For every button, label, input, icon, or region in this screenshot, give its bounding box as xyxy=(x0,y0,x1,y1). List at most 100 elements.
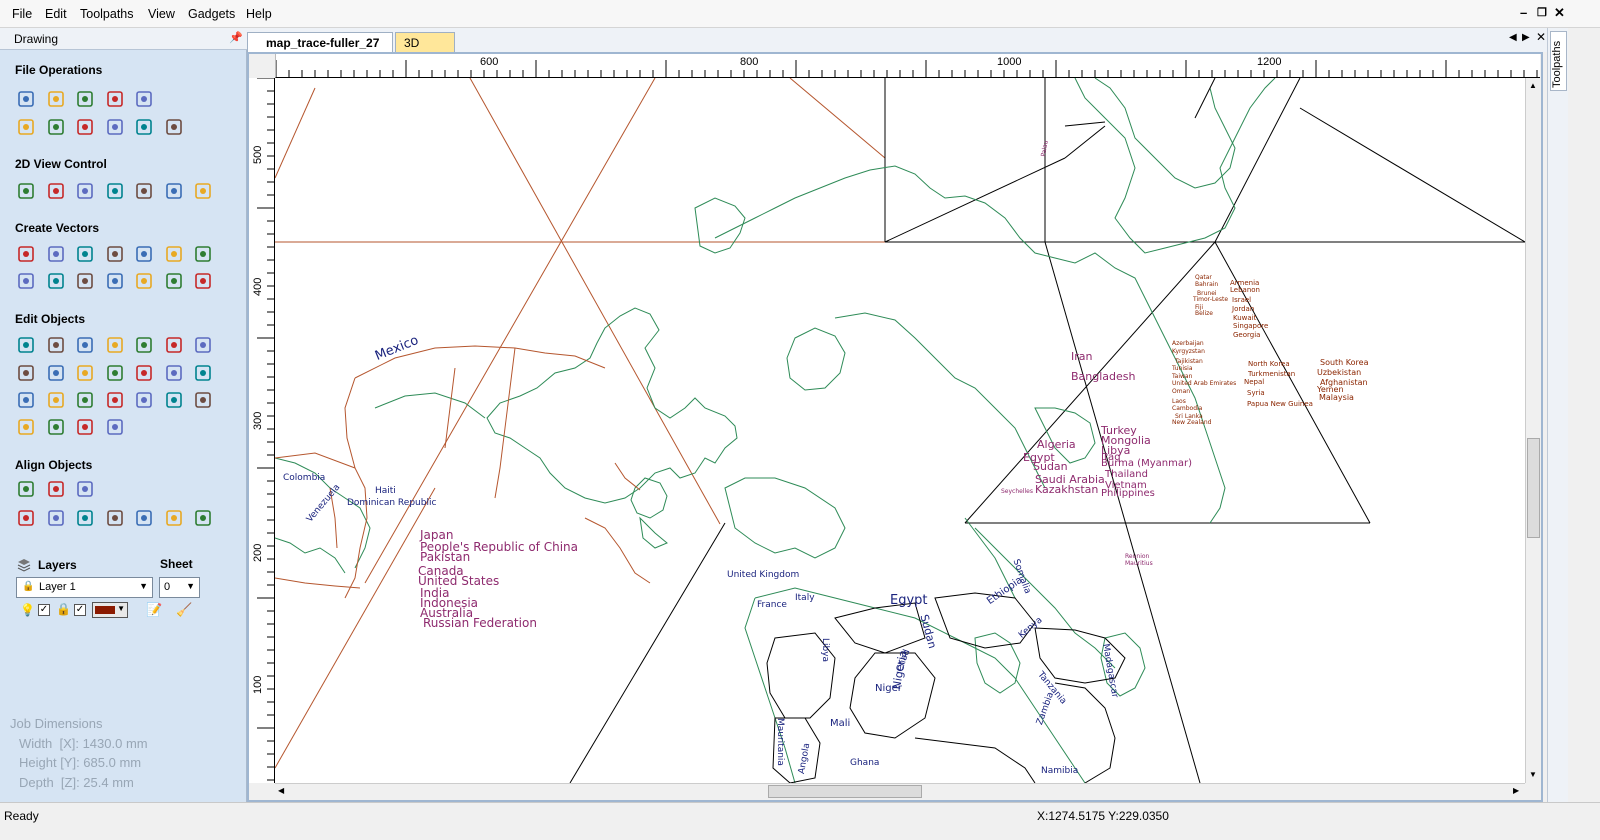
trim-icon[interactable] xyxy=(14,388,38,412)
pin-icon[interactable]: 📌 xyxy=(229,31,243,44)
text-box-icon[interactable] xyxy=(44,269,68,293)
minimize-icon[interactable]: – xyxy=(1520,5,1527,20)
scroll-left-icon[interactable]: ◀ xyxy=(278,786,284,795)
pan-icon[interactable] xyxy=(14,179,38,203)
ellipse-icon[interactable] xyxy=(44,242,68,266)
toolpaths-tab-label[interactable]: Toolpaths xyxy=(1551,41,1563,88)
text-icon[interactable] xyxy=(14,269,38,293)
menu-toolpaths[interactable]: Toolpaths xyxy=(80,7,134,21)
align-bottom-icon[interactable] xyxy=(132,506,156,530)
align-v-icon[interactable] xyxy=(73,477,97,501)
lock-checkbox[interactable]: ✓ xyxy=(74,604,86,616)
exit-view-icon[interactable] xyxy=(191,179,215,203)
view-1-icon[interactable] xyxy=(132,179,156,203)
star-icon[interactable] xyxy=(191,242,215,266)
align-left-icon[interactable] xyxy=(44,506,68,530)
restore-icon[interactable]: ❐ xyxy=(1537,6,1547,19)
size-icon[interactable] xyxy=(44,361,68,385)
sanitize-icon[interactable] xyxy=(103,415,127,439)
layer-color-picker[interactable]: ▼ xyxy=(92,602,128,618)
layer-select[interactable]: Layer 1 🔒 ▼ xyxy=(16,577,153,598)
align-right-icon[interactable] xyxy=(73,506,97,530)
tab-map-trace[interactable]: map_trace-fuller_27 xyxy=(247,32,393,52)
zoom-selection-icon[interactable] xyxy=(103,179,127,203)
text-block-icon[interactable] xyxy=(103,269,127,293)
circle-icon[interactable] xyxy=(14,242,38,266)
horizontal-scrollbar[interactable]: ◀ ▶ xyxy=(275,783,1525,799)
menu-view[interactable]: View xyxy=(148,7,175,21)
curve-icon[interactable] xyxy=(132,242,156,266)
select-icon[interactable] xyxy=(14,333,38,357)
interactive-select-icon[interactable] xyxy=(73,333,97,357)
rectangle-icon[interactable] xyxy=(73,242,97,266)
toolpaths-side-tab[interactable]: Toolpaths xyxy=(1547,28,1568,802)
open-file-icon[interactable] xyxy=(44,87,68,111)
center-v-icon[interactable] xyxy=(191,506,215,530)
curve-fit-icon[interactable] xyxy=(73,415,97,439)
node-edit-icon[interactable] xyxy=(44,333,68,357)
polyline-icon[interactable] xyxy=(103,242,127,266)
extend-icon[interactable] xyxy=(132,388,156,412)
ungroup-icon[interactable] xyxy=(132,333,156,357)
close-icon-shape[interactable] xyxy=(103,388,127,412)
move-icon[interactable] xyxy=(73,361,97,385)
group-icon[interactable] xyxy=(103,333,127,357)
import-vectors-icon[interactable] xyxy=(103,87,127,111)
import-bitmap-icon[interactable] xyxy=(132,87,156,111)
align-center-icon[interactable] xyxy=(14,477,38,501)
smooth-icon[interactable] xyxy=(162,388,186,412)
qr-code-icon[interactable] xyxy=(162,269,186,293)
menu-help[interactable]: Help xyxy=(246,7,272,21)
menu-gadgets[interactable]: Gadgets xyxy=(188,7,235,21)
scroll-right-icon[interactable]: ▶ xyxy=(1513,786,1519,795)
tab-close-icon[interactable]: ✕ xyxy=(1536,30,1546,44)
save-file-icon[interactable] xyxy=(73,87,97,111)
vertical-scroll-thumb[interactable] xyxy=(1527,438,1540,538)
cut-scissors-icon[interactable] xyxy=(191,388,215,412)
undo-icon[interactable] xyxy=(132,115,156,139)
weld-icon[interactable] xyxy=(162,361,186,385)
view-2-icon[interactable] xyxy=(162,179,186,203)
tab-icon[interactable] xyxy=(44,415,68,439)
polygon-icon[interactable] xyxy=(162,242,186,266)
fillet-icon[interactable] xyxy=(44,388,68,412)
horizontal-scroll-thumb[interactable] xyxy=(768,785,922,798)
align-h-icon[interactable] xyxy=(44,477,68,501)
join-icon[interactable] xyxy=(73,388,97,412)
paste-icon[interactable] xyxy=(103,115,127,139)
new-file-icon[interactable] xyxy=(14,87,38,111)
erase-layer-icon[interactable]: 🧹 xyxy=(176,602,192,618)
bitmap-trace-icon[interactable] xyxy=(191,269,215,293)
mirror-icon[interactable] xyxy=(103,361,127,385)
vertical-scrollbar[interactable]: ▲ ▼ xyxy=(1525,78,1541,783)
scroll-down-icon[interactable]: ▼ xyxy=(1529,770,1537,779)
offset-icon[interactable] xyxy=(191,361,215,385)
text-arc-icon[interactable] xyxy=(132,269,156,293)
select-all-icon[interactable] xyxy=(14,115,38,139)
sheet-select[interactable]: 0 ▼ xyxy=(159,577,200,598)
scale-icon[interactable] xyxy=(14,361,38,385)
lightbulb-icon[interactable]: 💡 xyxy=(20,603,35,617)
redo-icon[interactable] xyxy=(162,115,186,139)
transform-icon[interactable] xyxy=(191,333,215,357)
text-on-curve-icon[interactable] xyxy=(73,269,97,293)
node-tool-icon[interactable] xyxy=(162,333,186,357)
drawing-canvas[interactable]: Mexico Colombia Venezuela Dominican Republi… xyxy=(275,78,1525,783)
layer-properties-icon[interactable]: 📝 xyxy=(146,602,162,618)
close-icon[interactable]: ✕ xyxy=(1554,5,1565,21)
align-left-box-icon[interactable] xyxy=(14,506,38,530)
array-icon[interactable] xyxy=(132,361,156,385)
center-h-icon[interactable] xyxy=(162,506,186,530)
lock-icon[interactable]: 🔒 xyxy=(56,602,71,616)
copy-icon[interactable] xyxy=(73,115,97,139)
zoom-extents-icon[interactable] xyxy=(73,179,97,203)
visible-checkbox[interactable]: ✓ xyxy=(38,604,50,616)
tab-3d-view[interactable]: 3D View xyxy=(395,32,455,64)
align-top-icon[interactable] xyxy=(103,506,127,530)
dogbone-icon[interactable] xyxy=(14,415,38,439)
tab-next-icon[interactable]: ▶ xyxy=(1522,32,1530,43)
tab-prev-icon[interactable]: ◀ xyxy=(1509,32,1517,43)
menu-edit[interactable]: Edit xyxy=(45,7,67,21)
menu-file[interactable]: File xyxy=(12,7,32,21)
scroll-up-icon[interactable]: ▲ xyxy=(1529,81,1537,90)
